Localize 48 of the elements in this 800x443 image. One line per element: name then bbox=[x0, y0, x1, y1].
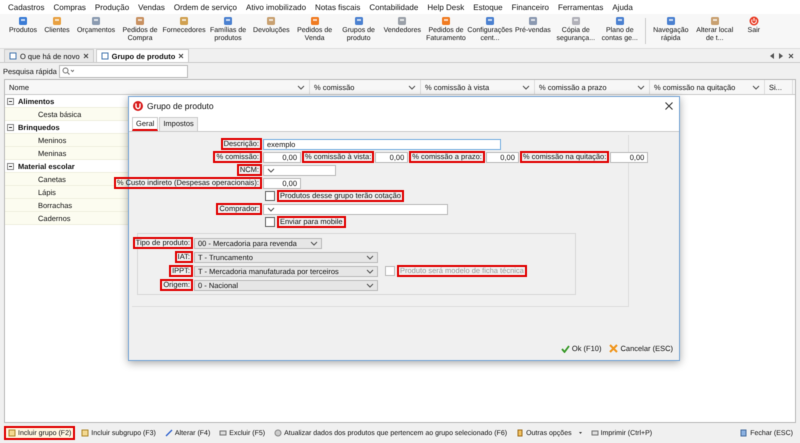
menu-item[interactable]: Contabilidade bbox=[369, 2, 418, 12]
collapse-icon[interactable] bbox=[7, 162, 14, 170]
collapse-icon[interactable] bbox=[7, 98, 14, 104]
close-icon bbox=[788, 52, 794, 58]
logo-icon bbox=[133, 100, 143, 110]
document-icon bbox=[9, 52, 17, 60]
menu-item[interactable]: Compras bbox=[53, 2, 86, 12]
document-icon bbox=[100, 52, 109, 60]
door-icon bbox=[740, 429, 748, 437]
menu-item[interactable]: Estoque bbox=[473, 2, 503, 12]
menu-item[interactable]: Vendas bbox=[138, 2, 165, 12]
search-field[interactable] bbox=[58, 64, 188, 78]
folder-icon bbox=[8, 429, 16, 437]
caret-icon bbox=[310, 240, 318, 246]
menu-item[interactable]: Notas fiscais bbox=[315, 2, 360, 12]
scroll-right-icon bbox=[779, 52, 784, 58]
dialog-title: Grupo de produto bbox=[147, 100, 214, 110]
caret-icon bbox=[408, 84, 416, 90]
checkbox[interactable] bbox=[265, 217, 275, 227]
collapse-icon[interactable] bbox=[7, 124, 14, 130]
menu-item[interactable]: Financeiro bbox=[512, 2, 549, 12]
caret-icon bbox=[297, 84, 305, 90]
printer-icon bbox=[590, 429, 599, 437]
printer-icon bbox=[219, 429, 228, 437]
pencil-icon bbox=[164, 429, 173, 437]
checkbox[interactable] bbox=[265, 191, 275, 201]
menu-item[interactable]: Cadastros bbox=[8, 2, 44, 12]
close-icon bbox=[178, 53, 184, 59]
caret-icon bbox=[267, 166, 275, 174]
caret-icon bbox=[637, 84, 645, 90]
disc-icon bbox=[274, 429, 282, 437]
menu-item[interactable]: Ferramentas bbox=[558, 2, 604, 12]
cross-icon bbox=[609, 344, 618, 353]
folder-icon bbox=[516, 429, 524, 437]
caret-icon bbox=[752, 84, 760, 90]
close-icon bbox=[82, 53, 89, 59]
caret-icon bbox=[267, 206, 275, 212]
menu-item[interactable]: Help Desk bbox=[427, 2, 464, 12]
menu-item[interactable]: Ativo imobilizado bbox=[246, 2, 306, 12]
menu-item[interactable]: Ordem de serviço bbox=[174, 2, 238, 12]
search-icon bbox=[62, 67, 74, 75]
menu-item[interactable]: Produção bbox=[94, 2, 130, 12]
folder-icon bbox=[81, 429, 90, 437]
close-icon[interactable] bbox=[665, 102, 673, 110]
caret-icon bbox=[522, 84, 530, 90]
scroll-left-icon bbox=[770, 52, 775, 58]
checkmark-icon bbox=[560, 344, 570, 352]
menu-item[interactable]: Ajuda bbox=[612, 2, 633, 12]
